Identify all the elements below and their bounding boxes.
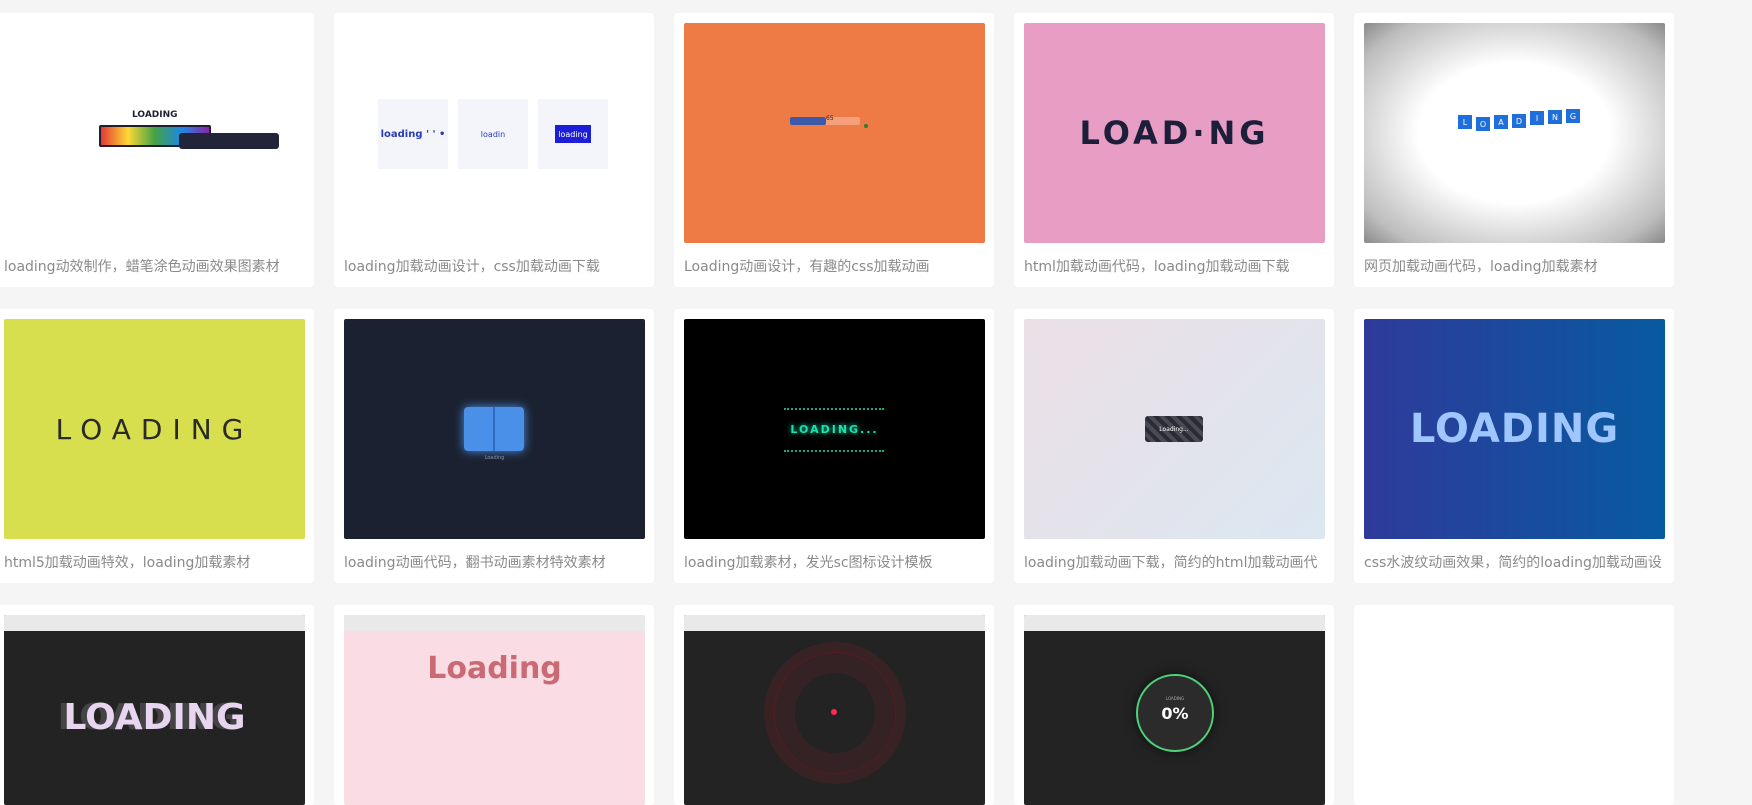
card-html-loading[interactable]: LOAD·NG html加载动画代码，loading加载动画下载 xyxy=(1014,13,1334,287)
card-ripple-loading[interactable]: LOADING css水波纹动画效果，简约的loading加载动画设 xyxy=(1354,309,1674,583)
card-caption: 网页加载动画代码，loading加载素材 xyxy=(1364,259,1598,275)
thumbnail: loading ' ' • loadin loading xyxy=(344,23,645,243)
card-caption: html加载动画代码，loading加载动画下载 xyxy=(1024,259,1290,275)
thumbnail: 65 xyxy=(684,23,985,243)
thumbnail: LOADING 0% xyxy=(1024,615,1325,805)
thumb-text: LOAD·NG xyxy=(1079,114,1270,152)
thumb-text: LOADING... xyxy=(790,422,879,436)
card-loading-fun[interactable]: 65 Loading动画设计，有趣的css加载动画 xyxy=(674,13,994,287)
book-icon xyxy=(464,407,524,451)
card-caption: loading动效制作，蜡笔涂色动画效果图素材 xyxy=(4,259,280,275)
card-web-loading[interactable]: L O A D I N G 网页加载动画代码，loading加载素材 xyxy=(1354,13,1674,287)
crayon-shape xyxy=(179,133,279,149)
card-caption: loading动画代码，翻书动画素材特效素材 xyxy=(344,555,606,571)
progress-fill xyxy=(790,117,826,125)
card-row3-5[interactable] xyxy=(1354,605,1674,805)
thumbnail: LOADING xyxy=(4,23,305,243)
ripple-dot xyxy=(831,709,837,715)
thumb-text: LOADING xyxy=(1409,406,1620,452)
thumbnail: LOAD·NG xyxy=(1024,23,1325,243)
card-caption: loading加载动画设计，css加载动画下载 xyxy=(344,259,600,275)
thumbnail: Loading xyxy=(344,319,645,539)
letters-row: L O A D I N G xyxy=(1458,109,1580,131)
dots-bottom xyxy=(784,450,884,454)
thumb-text: LOADING xyxy=(132,110,178,120)
dots-top xyxy=(784,408,884,412)
thumb-text: Loading xyxy=(427,651,562,686)
thumb-text: LOADING xyxy=(63,697,246,738)
thumb-badge: Loading... xyxy=(1145,416,1203,442)
card-row3-4[interactable]: LOADING 0% xyxy=(1014,605,1334,805)
card-loading-crayon[interactable]: LOADING loading动效制作，蜡笔涂色动画效果图素材 xyxy=(0,13,314,287)
thumbnail: Loading... xyxy=(1024,319,1325,539)
thumb-box-2: loadin xyxy=(458,99,528,169)
thumb-box-3: loading xyxy=(538,99,608,169)
thumbnail: Loading xyxy=(344,615,645,805)
thumbnail xyxy=(684,615,985,805)
dot xyxy=(864,124,868,128)
card-row3-2[interactable]: Loading xyxy=(334,605,654,805)
card-row3-1[interactable]: LOADING xyxy=(0,605,314,805)
thumb-text: LOADING xyxy=(55,412,254,446)
card-book-loading[interactable]: Loading loading动画代码，翻书动画素材特效素材 xyxy=(334,309,654,583)
card-caption: loading加载动画下载，简约的html加载动画代 xyxy=(1024,555,1318,571)
progress-ring: LOADING 0% xyxy=(1136,674,1214,752)
thumbnail: LOADING xyxy=(4,319,305,539)
thumb-box-1: loading ' ' • xyxy=(378,99,448,169)
card-simple-loading[interactable]: Loading... loading加载动画下载，简约的html加载动画代 xyxy=(1014,309,1334,583)
thumbnail: LOADING xyxy=(4,615,305,805)
thumbnail: LOADING xyxy=(1364,319,1665,539)
thumbnail: L O A D I N G xyxy=(1364,23,1665,243)
card-glow-loading[interactable]: LOADING... loading加载素材，发光sc图标设计模板 xyxy=(674,309,994,583)
thumbnail xyxy=(1364,615,1665,805)
card-html5-loading[interactable]: LOADING html5加载动画特效，loading加载素材 xyxy=(0,309,314,583)
thumbnail: LOADING... xyxy=(684,319,985,539)
card-caption: css水波纹动画效果，简约的loading加载动画设 xyxy=(1364,555,1662,571)
card-row3-3[interactable] xyxy=(674,605,994,805)
card-caption: loading加载素材，发光sc图标设计模板 xyxy=(684,555,933,571)
card-caption: html5加载动画特效，loading加载素材 xyxy=(4,555,251,571)
card-loading-css[interactable]: loading ' ' • loadin loading loading加载动画… xyxy=(334,13,654,287)
scrollbar[interactable] xyxy=(1742,0,1752,786)
card-caption: Loading动画设计，有趣的css加载动画 xyxy=(684,259,930,275)
